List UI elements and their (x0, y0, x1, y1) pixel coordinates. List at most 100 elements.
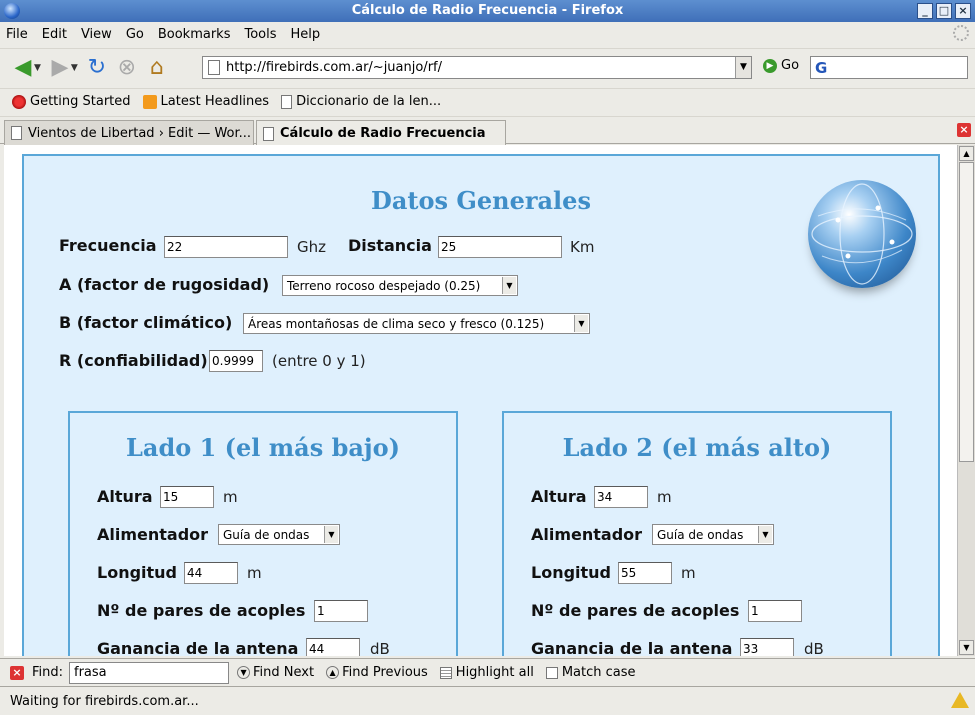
find-label: Find: (32, 665, 64, 680)
window-title: Cálculo de Radio Frecuencia - Firefox (351, 3, 624, 18)
page-icon (281, 94, 293, 109)
lado1-ganancia-input[interactable]: 44 (306, 638, 360, 656)
bookmark-label: Diccionario de la len... (296, 94, 442, 109)
menu-bar: File Edit View Go Bookmarks Tools Help (0, 22, 975, 46)
lado2-ganancia-label: Ganancia de la antena (531, 639, 733, 656)
distancia-input[interactable]: 25 (438, 236, 562, 258)
tab-vientos-de-libertad[interactable]: Vientos de Libertad › Edit — Wor... (4, 120, 254, 145)
scroll-down-button[interactable]: ▼ (959, 640, 974, 655)
stop-button[interactable]: ⊗ (112, 54, 142, 82)
warning-icon[interactable] (951, 692, 969, 708)
lado2-ganancia-input[interactable]: 33 (740, 638, 794, 656)
throbber-icon (953, 25, 969, 41)
lado1-acoples-label: Nº de pares de acoples (97, 601, 306, 620)
minimize-button[interactable]: _ (917, 3, 933, 19)
menu-bookmarks[interactable]: Bookmarks (158, 27, 231, 42)
menu-tools[interactable]: Tools (244, 27, 276, 42)
search-input[interactable]: G (810, 56, 968, 79)
rugosidad-label: A (factor de rugosidad) (59, 275, 270, 294)
climatico-label: B (factor climático) (59, 313, 233, 332)
rugosidad-select[interactable]: Terreno rocoso despejado (0.25) ▼ (282, 275, 518, 296)
maximize-button[interactable]: □ (936, 3, 952, 19)
lado2-altura-input[interactable]: 34 (594, 486, 648, 508)
find-next-button[interactable]: ▼ Find Next (237, 665, 314, 680)
frecuencia-unit: Ghz (297, 238, 327, 256)
chevron-down-icon: ▼ (574, 315, 588, 332)
lado2-altura-label: Altura (531, 487, 587, 506)
reload-button[interactable]: ↻ (82, 54, 112, 82)
forward-dropdown-icon[interactable]: ▼ (71, 63, 78, 73)
rss-feed-icon (142, 94, 157, 109)
confiabilidad-input[interactable]: 0.9999 (209, 350, 263, 372)
lado2-longitud-input[interactable]: 55 (618, 562, 672, 584)
find-previous-button[interactable]: ▲ Find Previous (326, 665, 428, 680)
find-previous-label: Find Previous (342, 665, 428, 680)
scrollbar-thumb[interactable] (959, 162, 974, 462)
bookmark-diccionario[interactable]: Diccionario de la len... (281, 94, 441, 109)
lado2-ganancia-unit: dB (804, 640, 824, 656)
lado1-ganancia-label: Ganancia de la antena (97, 639, 299, 656)
url-text[interactable]: http://firebirds.com.ar/~juanjo/rf/ (226, 60, 735, 75)
lado2-longitud-label: Longitud (531, 563, 612, 582)
lado1-acoples-input[interactable]: 1 (314, 600, 368, 622)
menu-go[interactable]: Go (126, 27, 144, 42)
bookmark-label: Latest Headlines (160, 94, 270, 109)
firefox-icon (12, 94, 26, 109)
rugosidad-selected-value: Terreno rocoso despejado (0.25) (287, 279, 481, 293)
arrow-up-icon: ▲ (326, 666, 340, 679)
bookmarks-toolbar: Getting Started Latest Headlines Diccion… (0, 88, 975, 114)
back-dropdown-icon[interactable]: ▼ (34, 63, 41, 73)
highlight-icon (439, 666, 452, 679)
highlight-all-button[interactable]: Highlight all (439, 665, 534, 680)
home-button[interactable]: ⌂ (142, 54, 172, 82)
distancia-unit: Km (570, 238, 595, 256)
firefox-icon (4, 3, 20, 19)
menu-edit[interactable]: Edit (42, 27, 67, 42)
lado1-altura-input[interactable]: 15 (160, 486, 214, 508)
close-tab-button[interactable]: × (957, 123, 971, 137)
vertical-scrollbar[interactable]: ▲ ▼ (957, 145, 975, 656)
lado1-heading: Lado 1 (el más bajo) (126, 433, 400, 462)
climatico-select[interactable]: Áreas montañosas de clima seco y fresco … (243, 313, 590, 334)
confiabilidad-label: R (confiabilidad) (59, 351, 208, 370)
url-bar[interactable]: http://firebirds.com.ar/~juanjo/rf/ ▼ (202, 56, 752, 79)
frecuencia-input[interactable]: 22 (164, 236, 288, 258)
menu-help[interactable]: Help (291, 27, 321, 42)
tab-bar: Vientos de Libertad › Edit — Wor... Cálc… (0, 116, 975, 146)
datos-generales-panel: Datos Generales Frecuencia 22 Ghz Distan… (22, 154, 940, 656)
go-label: Go (781, 58, 800, 73)
confiabilidad-hint: (entre 0 y 1) (272, 352, 366, 370)
match-case-checkbox[interactable]: Match case (545, 665, 636, 680)
highlight-all-label: Highlight all (455, 665, 534, 680)
lado1-longitud-input[interactable]: 44 (184, 562, 238, 584)
chevron-down-icon: ▼ (502, 277, 516, 294)
close-find-bar-button[interactable]: × (10, 665, 24, 680)
menu-file[interactable]: File (6, 27, 28, 42)
bookmark-latest-headlines[interactable]: Latest Headlines (142, 94, 270, 109)
lado2-heading: Lado 2 (el más alto) (562, 433, 832, 462)
lado2-acoples-input[interactable]: 1 (748, 600, 802, 622)
scroll-up-button[interactable]: ▲ (959, 146, 974, 161)
bookmark-getting-started[interactable]: Getting Started (12, 94, 131, 109)
window-titlebar: Cálculo de Radio Frecuencia - Firefox _ … (0, 0, 975, 22)
status-bar: Waiting for firebirds.com.ar... (0, 686, 975, 715)
menu-view[interactable]: View (81, 27, 112, 42)
lado2-longitud-unit: m (681, 564, 696, 582)
tab-calculo-radio-frecuencia[interactable]: Cálculo de Radio Frecuencia (256, 120, 506, 146)
lado2-altura-unit: m (657, 488, 672, 506)
status-text: Waiting for firebirds.com.ar... (10, 693, 199, 709)
lado2-alimentador-select[interactable]: Guía de ondas ▼ (652, 524, 774, 545)
lado1-longitud-unit: m (247, 564, 262, 582)
lado1-alimentador-select[interactable]: Guía de ondas ▼ (218, 524, 340, 545)
google-icon[interactable]: G (815, 59, 827, 77)
close-button[interactable]: × (955, 3, 971, 19)
distancia-label: Distancia (348, 236, 432, 255)
checkbox-icon (545, 666, 558, 679)
find-input[interactable]: frasa (69, 661, 230, 684)
lado1-ganancia-unit: dB (370, 640, 390, 656)
datos-generales-heading: Datos Generales (371, 186, 591, 215)
lado1-panel: Lado 1 (el más bajo) Altura 15 m Aliment… (68, 411, 458, 656)
url-dropdown-button[interactable]: ▼ (735, 57, 751, 78)
lado2-acoples-label: Nº de pares de acoples (531, 601, 740, 620)
go-button[interactable]: ▶ Go (763, 58, 799, 73)
